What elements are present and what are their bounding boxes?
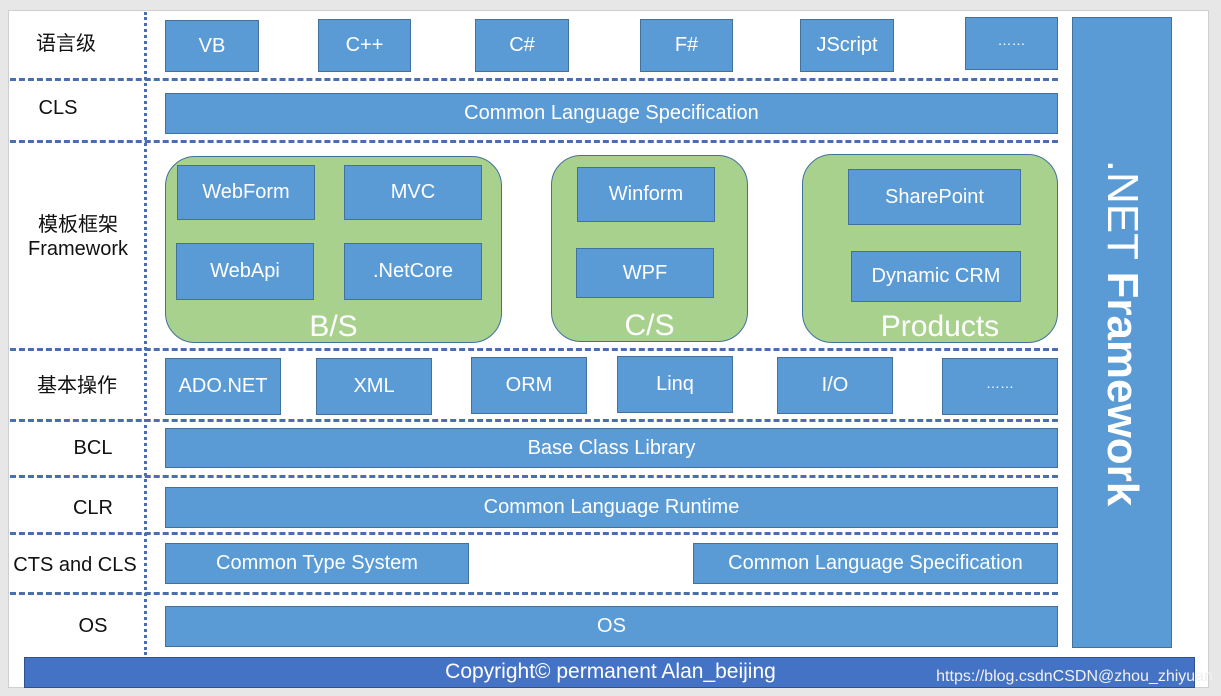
lang-fsharp: F#	[640, 19, 733, 72]
lang-more: ……	[965, 17, 1058, 70]
bcl-bar: Base Class Library	[165, 428, 1058, 468]
op-adonet: ADO.NET	[165, 358, 281, 415]
fw-netcore: .NetCore	[344, 243, 482, 300]
group-cs: Winform WPF C/S	[551, 155, 748, 342]
cls-box: Common Language Specification	[693, 543, 1058, 584]
fw-wpf: WPF	[576, 248, 714, 298]
fw-mvc: MVC	[344, 165, 482, 220]
fw-dynamic-crm: Dynamic CRM	[851, 251, 1021, 302]
watermark: https://blog.csdnCSDN@zhou_zhiyuan	[936, 668, 1213, 685]
op-orm: ORM	[471, 357, 587, 414]
net-framework-label-part2: Framework	[1098, 270, 1147, 506]
group-bs: WebForm MVC WebApi .NetCore B/S	[165, 156, 502, 343]
group-bs-label: B/S	[309, 310, 358, 343]
cls-bar: Common Language Specification	[165, 93, 1058, 134]
row-label-os: OS	[78, 615, 108, 637]
row-label-bcl: BCL	[73, 437, 113, 459]
row-label-cls: CLS	[38, 97, 78, 119]
row-label-framework-cn: 模板框架	[38, 214, 118, 236]
row-divider	[10, 419, 1058, 422]
op-linq: Linq	[617, 356, 733, 413]
lang-vb: VB	[165, 20, 259, 72]
row-label-language: 语言级	[36, 33, 96, 55]
op-more: ……	[942, 358, 1058, 415]
group-products-label: Products	[880, 310, 1000, 343]
row-label-framework: 模板框架 Framework	[14, 205, 142, 269]
lang-csharp: C#	[475, 19, 569, 72]
fw-sharepoint: SharePoint	[848, 169, 1021, 225]
row-divider	[10, 592, 1058, 595]
fw-winform: Winform	[577, 167, 715, 222]
lang-cpp: C++	[318, 19, 411, 72]
row-divider	[10, 532, 1058, 535]
row-label-clr: CLR	[72, 497, 113, 519]
group-products: SharePoint Dynamic CRM Products	[802, 154, 1058, 343]
net-framework-banner: .NET Framework	[1072, 17, 1172, 648]
row-label-cts-cls: CTS and CLS	[13, 554, 137, 576]
row-label-framework-en: Framework	[27, 238, 128, 260]
vertical-divider	[144, 12, 147, 655]
fw-webapi: WebApi	[176, 243, 314, 300]
row-label-basic-ops: 基本操作	[37, 375, 117, 397]
op-xml: XML	[316, 358, 432, 415]
op-io: I/O	[777, 357, 893, 414]
row-divider	[10, 348, 1058, 351]
row-divider	[10, 140, 1058, 143]
lang-jscript: JScript	[800, 19, 894, 72]
group-cs-label: C/S	[624, 309, 675, 342]
row-divider	[10, 475, 1058, 478]
cts-box: Common Type System	[165, 543, 469, 584]
net-framework-label: .NET Framework	[1097, 159, 1147, 505]
row-divider	[10, 78, 1058, 81]
fw-webform: WebForm	[177, 165, 315, 220]
os-bar: OS	[165, 606, 1058, 647]
clr-bar: Common Language Runtime	[165, 487, 1058, 528]
net-framework-label-part1: .NET	[1098, 159, 1147, 271]
